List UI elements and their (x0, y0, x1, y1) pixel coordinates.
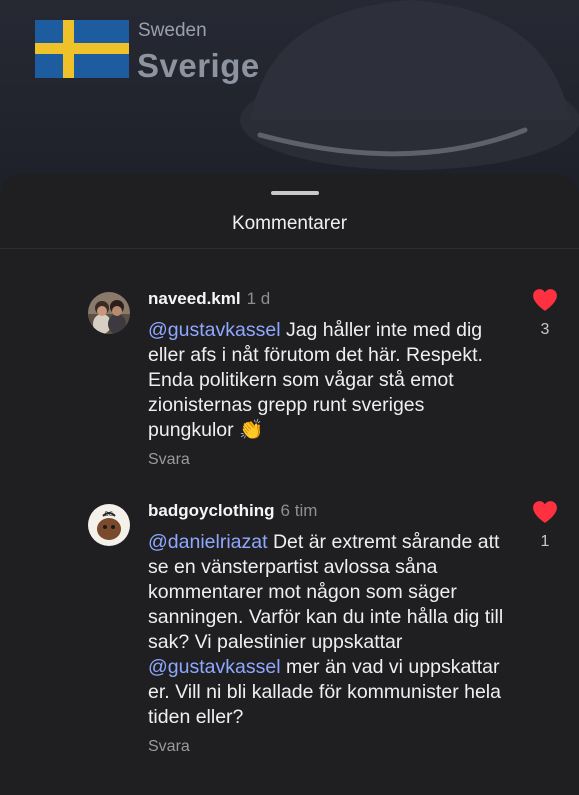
avatar[interactable]: BG (88, 504, 130, 546)
svg-text:BG: BG (105, 511, 114, 518)
reply-button[interactable]: Svara (148, 451, 190, 469)
comment-text: @danielriazat Det är extremt sårande att… (148, 530, 508, 730)
video-backdrop: Sweden Sverige (0, 0, 579, 200)
country-name-native: Sverige (137, 47, 260, 84)
like-count: 1 (540, 533, 550, 550)
comment-body: badgoyclothing 6 tim @danielriazat Det är… (148, 500, 508, 756)
comment-body: naveed.kml 1 d @gustavkassel Jag håller i… (148, 288, 508, 469)
mention-link[interactable]: @danielriazat (148, 531, 268, 553)
comments-sheet: Kommentarer naveed.kml 1 d @gustavkassel … (0, 174, 579, 795)
heart-icon[interactable] (532, 288, 558, 312)
hat-silhouette (240, 0, 579, 170)
comment-username[interactable]: badgoyclothing (148, 501, 275, 520)
like-count: 3 (540, 321, 550, 338)
mention-link[interactable]: @gustavkassel (148, 656, 281, 678)
sweden-flag-icon (35, 20, 129, 78)
comment-time: 1 d (246, 289, 271, 308)
drag-handle[interactable] (271, 191, 319, 195)
mention-link[interactable]: @gustavkassel (148, 319, 281, 341)
comment-username[interactable]: naveed.kml (148, 289, 241, 308)
reply-button[interactable]: Svara (148, 738, 190, 756)
comment-text: @gustavkassel Jag håller inte med dig el… (148, 318, 508, 443)
like-control: 3 (530, 288, 560, 339)
avatar[interactable] (88, 292, 130, 334)
divider (0, 248, 579, 249)
heart-icon[interactable] (532, 500, 558, 524)
sheet-title: Kommentarer (231, 213, 348, 234)
country-name-english: Sweden (138, 20, 207, 41)
comment-time: 6 tim (280, 501, 318, 520)
like-control: 1 (530, 500, 560, 551)
